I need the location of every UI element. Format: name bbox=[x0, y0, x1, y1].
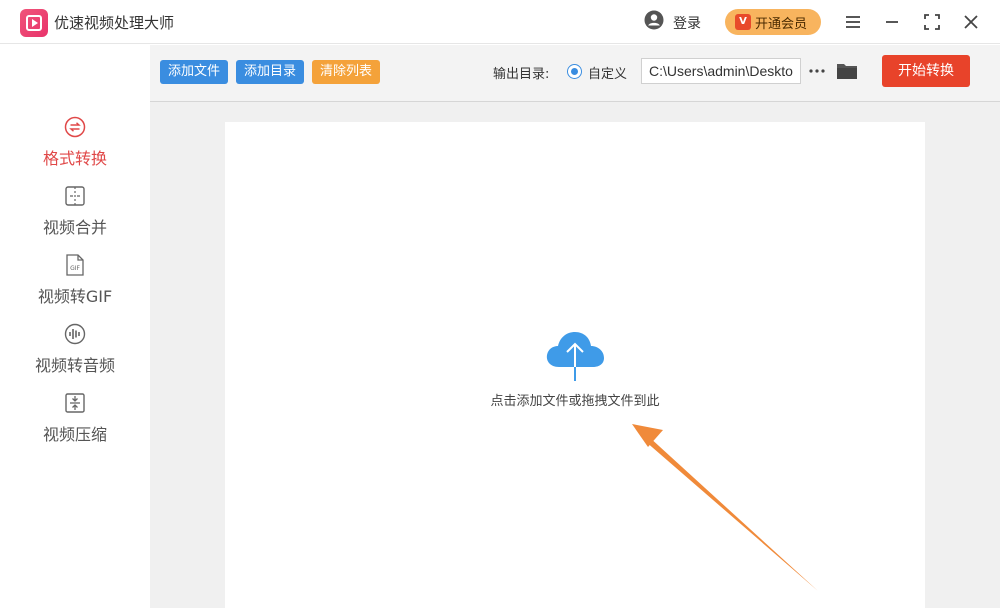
video-merge-icon bbox=[65, 186, 85, 206]
sidebar-item-video-merge[interactable]: 视频合并 bbox=[0, 184, 150, 244]
add-directory-button[interactable]: 添加目录 bbox=[236, 60, 305, 84]
sidebar-item-video-compress[interactable]: 视频压缩 bbox=[0, 391, 150, 451]
maximize-icon[interactable] bbox=[922, 12, 942, 32]
clear-list-button[interactable]: 清除列表 bbox=[312, 60, 381, 84]
sidebar-item-video-to-audio[interactable]: 视频转音频 bbox=[0, 322, 150, 382]
minimize-icon[interactable] bbox=[882, 12, 902, 32]
output-path-input[interactable]: C:\Users\admin\Deskto bbox=[641, 58, 801, 84]
folder-icon[interactable] bbox=[836, 61, 858, 81]
sidebar-item-video-to-gif[interactable]: GIF 视频转GIF bbox=[0, 253, 150, 313]
sidebar-item-label: 视频转GIF bbox=[37, 287, 113, 306]
custom-radio[interactable] bbox=[567, 64, 582, 79]
sidebar-item-label: 视频压缩 bbox=[42, 425, 107, 444]
toolbar: 添加文件 添加目录 清除列表 输出目录: 自定义 C:\Users\admin\… bbox=[150, 45, 1000, 102]
more-icon[interactable] bbox=[808, 63, 826, 79]
close-icon[interactable] bbox=[961, 12, 981, 32]
cloud-upload-icon[interactable] bbox=[545, 327, 605, 383]
vip-label: 开通会员 bbox=[755, 17, 808, 32]
sidebar-item-format-convert[interactable]: 格式转换 bbox=[0, 115, 150, 175]
gif-icon: GIF bbox=[66, 254, 84, 276]
audio-icon bbox=[64, 323, 86, 345]
login-link[interactable]: 登录 bbox=[673, 13, 701, 33]
format-convert-icon bbox=[64, 116, 86, 138]
sidebar-item-label: 视频合并 bbox=[42, 218, 107, 237]
menu-icon[interactable] bbox=[843, 12, 863, 32]
output-directory-label: 输出目录: bbox=[493, 67, 550, 82]
custom-radio-label[interactable]: 自定义 bbox=[588, 63, 627, 82]
sidebar-item-label: 格式转换 bbox=[42, 149, 107, 168]
app-logo-icon bbox=[20, 9, 48, 37]
app-title: 优速视频处理大师 bbox=[54, 14, 175, 32]
vip-button[interactable]: V 开通会员 bbox=[725, 9, 821, 35]
file-drop-zone[interactable]: 点击添加文件或拖拽文件到此 bbox=[225, 122, 925, 608]
main-area: 点击添加文件或拖拽文件到此 bbox=[150, 102, 1000, 608]
title-bar: 优速视频处理大师 登录 V 开通会员 bbox=[0, 0, 1000, 44]
user-icon[interactable] bbox=[644, 10, 664, 30]
sidebar-item-label: 视频转音频 bbox=[34, 356, 115, 375]
start-convert-button[interactable]: 开始转换 bbox=[882, 55, 970, 87]
sidebar: 格式转换 视频合并 GIF 视频转GIF 视频转音频 视频压缩 bbox=[0, 45, 150, 608]
compress-icon bbox=[65, 393, 85, 413]
svg-text:GIF: GIF bbox=[70, 265, 80, 272]
add-file-button[interactable]: 添加文件 bbox=[160, 60, 229, 84]
drop-hint-text: 点击添加文件或拖拽文件到此 bbox=[490, 394, 660, 409]
vip-icon: V bbox=[735, 14, 751, 30]
